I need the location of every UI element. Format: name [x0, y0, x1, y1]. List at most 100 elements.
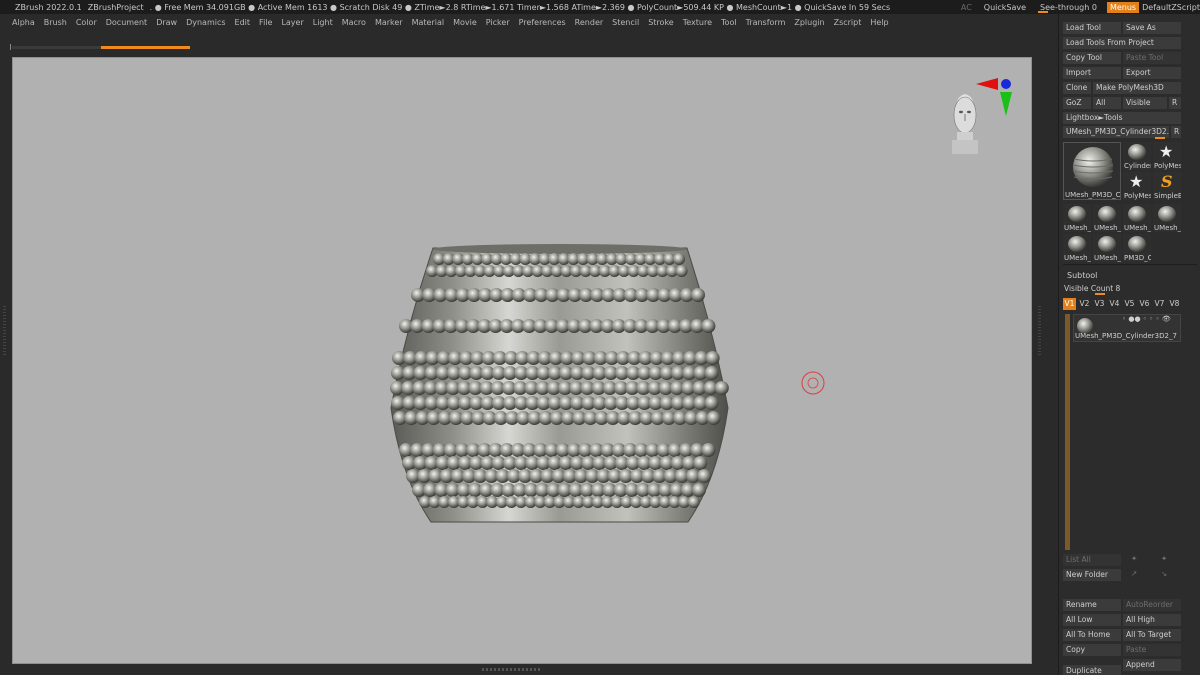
rename-button[interactable]: Rename [1063, 599, 1121, 611]
menus-button[interactable]: Menus [1106, 1, 1140, 13]
active-tool-thumbnail[interactable]: UMesh_PM3D_C [1063, 142, 1121, 200]
tool-thumbnail[interactable]: UMesh_ [1093, 204, 1121, 232]
version-button-v4[interactable]: V4 [1108, 298, 1121, 310]
menu-alpha[interactable]: Alpha [12, 18, 35, 27]
version-button-v3[interactable]: V3 [1093, 298, 1106, 310]
menu-document[interactable]: Document [106, 18, 147, 27]
load-tool-button[interactable]: Load Tool [1063, 22, 1121, 34]
paste-tool-button[interactable]: Paste Tool [1123, 52, 1181, 64]
visible-count-slider[interactable]: Visible Count 8 [1064, 284, 1120, 293]
subtool-title[interactable]: Subtool [1067, 271, 1097, 280]
menu-help[interactable]: Help [870, 18, 888, 27]
move-down-icon[interactable]: ✦ [1161, 554, 1167, 563]
bottom-tray-grip[interactable] [482, 668, 542, 671]
autoreorder-button[interactable]: AutoReorder [1123, 599, 1181, 611]
clone-button[interactable]: Clone [1063, 82, 1091, 94]
arrow-up-icon[interactable]: ↗ [1131, 569, 1137, 578]
current-tool-r-button[interactable]: R [1171, 126, 1181, 138]
tool-thumbnail[interactable]: UMesh_ [1063, 204, 1091, 232]
version-button-v2[interactable]: V2 [1078, 298, 1091, 310]
right-tray-grip[interactable] [1038, 306, 1041, 356]
document-canvas[interactable] [12, 57, 1032, 664]
menu-stencil[interactable]: Stencil [612, 18, 639, 27]
menu-zplugin[interactable]: Zplugin [794, 18, 824, 27]
tool-thumbnail[interactable]: S SimpleB [1153, 172, 1181, 200]
tool-thumbnail[interactable]: ★ PolyMes [1123, 172, 1151, 200]
mesh-icon [1128, 144, 1146, 160]
left-tray-grip[interactable] [3, 306, 6, 356]
menu-preferences[interactable]: Preferences [519, 18, 566, 27]
goz-button[interactable]: GoZ [1063, 97, 1091, 109]
save-as-button[interactable]: Save As [1123, 22, 1181, 34]
version-button-v8[interactable]: V8 [1168, 298, 1181, 310]
menu-transform[interactable]: Transform [746, 18, 786, 27]
menu-layer[interactable]: Layer [281, 18, 303, 27]
menu-render[interactable]: Render [575, 18, 603, 27]
subtool-list-scrollbar[interactable] [1065, 314, 1070, 550]
menu-macro[interactable]: Macro [342, 18, 366, 27]
copy-button[interactable]: Copy [1063, 644, 1121, 656]
menu-dynamics[interactable]: Dynamics [186, 18, 225, 27]
all-to-target-button[interactable]: All To Target [1123, 629, 1181, 641]
append-button[interactable]: Append [1123, 659, 1181, 671]
version-button-v6[interactable]: V6 [1138, 298, 1151, 310]
menu-texture[interactable]: Texture [683, 18, 712, 27]
r-button[interactable]: R [1169, 97, 1181, 109]
version-buttons: V1 V2 V3 V4 V5 V6 V7 V8 [1063, 298, 1197, 310]
menu-color[interactable]: Color [76, 18, 97, 27]
all-button[interactable]: All [1093, 97, 1121, 109]
menu-edit[interactable]: Edit [235, 18, 251, 27]
menu-brush[interactable]: Brush [44, 18, 67, 27]
bottom-tray[interactable] [0, 664, 1058, 675]
all-high-button[interactable]: All High [1123, 614, 1181, 626]
tool-thumbnail[interactable]: Cylinder [1123, 142, 1151, 170]
make-polymesh3d-button[interactable]: Make PolyMesh3D [1093, 82, 1181, 94]
lightbox-tools-button[interactable]: Lightbox►Tools [1063, 112, 1181, 124]
duplicate-button[interactable]: Duplicate [1063, 665, 1121, 675]
default-zscript-button[interactable]: DefaultZScript [1142, 3, 1200, 12]
pot-model[interactable] [390, 244, 729, 523]
menu-stroke[interactable]: Stroke [648, 18, 674, 27]
move-up-icon[interactable]: ✦ [1131, 554, 1137, 563]
export-button[interactable]: Export [1123, 67, 1181, 79]
right-tray[interactable] [1032, 56, 1058, 666]
version-button-v7[interactable]: V7 [1153, 298, 1166, 310]
version-button-v1[interactable]: V1 [1063, 298, 1076, 310]
version-button-v5[interactable]: V5 [1123, 298, 1136, 310]
mesh-icon [1068, 206, 1086, 222]
quicksave-button[interactable]: QuickSave [984, 3, 1026, 12]
see-through-slider[interactable]: See-through 0 [1038, 3, 1097, 13]
menu-draw[interactable]: Draw [156, 18, 177, 27]
tool-thumbnail[interactable]: PM3D_C [1123, 234, 1151, 262]
all-low-button[interactable]: All Low [1063, 614, 1121, 626]
all-to-home-button[interactable]: All To Home [1063, 629, 1121, 641]
subtool-item[interactable]: UMesh_PM3D_Cylinder3D2_7 ◦ ●● ◦ ◦ ◦ 👁 [1073, 314, 1181, 342]
menu-picker[interactable]: Picker [486, 18, 510, 27]
menu-movie[interactable]: Movie [453, 18, 477, 27]
import-button[interactable]: Import [1063, 67, 1121, 79]
load-tools-from-project-button[interactable]: Load Tools From Project [1063, 37, 1181, 49]
menu-tool[interactable]: Tool [721, 18, 737, 27]
tool-thumbnail[interactable]: UMesh_ [1093, 234, 1121, 262]
arrow-down-icon[interactable]: ↘ [1161, 569, 1167, 578]
tool-thumbnail[interactable]: UMesh_ [1153, 204, 1181, 232]
ac-button[interactable]: AC [961, 3, 972, 12]
visible-button[interactable]: Visible [1123, 97, 1167, 109]
tool-thumbnail[interactable]: UMesh_ [1123, 204, 1151, 232]
tool-thumbnail[interactable]: UMesh_ [1063, 234, 1091, 262]
paste-button[interactable]: Paste [1123, 644, 1181, 656]
copy-tool-button[interactable]: Copy Tool [1063, 52, 1121, 64]
left-tray[interactable] [0, 56, 12, 666]
menu-material[interactable]: Material [412, 18, 445, 27]
menu-marker[interactable]: Marker [375, 18, 403, 27]
menu-file[interactable]: File [259, 18, 272, 27]
subtool-visibility-icons[interactable]: ◦ ●● ◦ ◦ ◦ 👁 [1122, 315, 1171, 323]
list-all-button[interactable]: List All [1063, 554, 1121, 566]
new-folder-button[interactable]: New Folder [1063, 569, 1121, 581]
menu-light[interactable]: Light [313, 18, 333, 27]
tool-thumbnail[interactable]: ★ PolyMes [1153, 142, 1181, 170]
current-tool-slider[interactable]: UMesh_PM3D_Cylinder3D2. 5 [1063, 126, 1169, 138]
menu-zscript[interactable]: Zscript [834, 18, 862, 27]
navigation-gizmo[interactable] [952, 78, 1012, 154]
brush-cursor [801, 371, 825, 395]
